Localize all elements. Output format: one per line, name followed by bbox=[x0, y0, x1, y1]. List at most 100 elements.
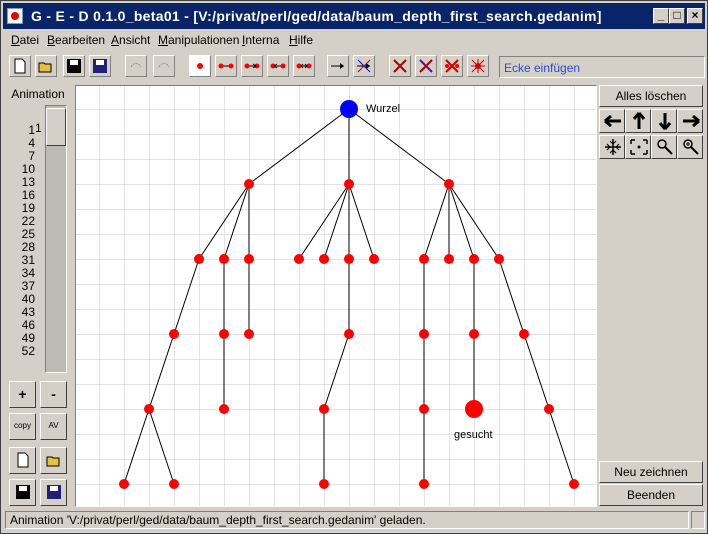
graph-node[interactable] bbox=[319, 254, 329, 264]
graph-node[interactable] bbox=[344, 179, 354, 189]
graph-node[interactable] bbox=[169, 479, 179, 489]
graph-node[interactable] bbox=[194, 254, 204, 264]
delete-edge-tool[interactable] bbox=[415, 55, 437, 77]
expand-icon[interactable] bbox=[625, 135, 651, 159]
insert-edge-tool[interactable] bbox=[215, 55, 237, 77]
reverse-edge-tool[interactable] bbox=[267, 55, 289, 77]
undo-button[interactable] bbox=[125, 55, 147, 77]
graph-node[interactable] bbox=[419, 479, 429, 489]
delete-edges-tool[interactable] bbox=[441, 55, 463, 77]
save-animation-button[interactable] bbox=[9, 479, 36, 506]
animation-panel: Animation 1 4 7 10 13 16 19 22 25 28 31 … bbox=[5, 85, 71, 507]
graph-node[interactable] bbox=[119, 479, 129, 489]
maximize-button[interactable]: □ bbox=[669, 8, 685, 24]
graph-node[interactable] bbox=[319, 479, 329, 489]
redraw-button[interactable]: Neu zeichnen bbox=[599, 461, 703, 483]
frame-number: 10 bbox=[21, 162, 35, 176]
directed-edge-tool[interactable] bbox=[241, 55, 263, 77]
graph-node[interactable] bbox=[469, 254, 479, 264]
frame-number: 7 bbox=[28, 149, 35, 163]
menu-ansicht[interactable]: Ansicht bbox=[111, 33, 150, 47]
save-as-button[interactable] bbox=[89, 55, 111, 77]
new-animation-button[interactable] bbox=[9, 447, 36, 474]
target-node[interactable] bbox=[465, 400, 483, 418]
graph-node[interactable] bbox=[569, 479, 579, 489]
frame-number: 49 bbox=[21, 331, 35, 345]
graph-node[interactable] bbox=[244, 179, 254, 189]
clear-all-button[interactable]: Alles löschen bbox=[599, 85, 703, 107]
graph-node[interactable] bbox=[219, 254, 229, 264]
tool-status-field: Ecke einfügen bbox=[499, 56, 705, 78]
graph-svg[interactable]: Wurzel gesucht bbox=[76, 86, 596, 506]
close-button[interactable]: × bbox=[687, 8, 703, 24]
graph-node[interactable] bbox=[519, 329, 529, 339]
graph-node[interactable] bbox=[219, 329, 229, 339]
minimize-button[interactable]: _ bbox=[653, 8, 669, 24]
graph-canvas[interactable]: Wurzel gesucht bbox=[75, 85, 597, 507]
animation-label: Animation bbox=[11, 87, 65, 101]
zoom-out-icon[interactable] bbox=[651, 135, 677, 159]
graph-node[interactable] bbox=[544, 404, 554, 414]
graph-node[interactable] bbox=[344, 254, 354, 264]
graph-node[interactable] bbox=[319, 404, 329, 414]
save-button[interactable] bbox=[63, 55, 85, 77]
delete-all-edges-tool[interactable] bbox=[467, 55, 489, 77]
delete-vertex-tool[interactable] bbox=[389, 55, 411, 77]
arrow-down-icon[interactable] bbox=[651, 109, 677, 133]
graph-node[interactable] bbox=[444, 254, 454, 264]
menu-datei[interactable]: Datei bbox=[11, 33, 39, 47]
graph-node[interactable] bbox=[294, 254, 304, 264]
grid bbox=[76, 86, 596, 506]
graph-node[interactable] bbox=[419, 254, 429, 264]
frame-number: 52 bbox=[21, 344, 35, 358]
frame-number: 22 bbox=[21, 214, 35, 228]
graph-node[interactable] bbox=[469, 329, 479, 339]
root-label: Wurzel bbox=[366, 103, 400, 115]
open-file-button[interactable] bbox=[35, 55, 57, 77]
add-frame-button[interactable]: + bbox=[9, 381, 36, 408]
shrink-icon[interactable] bbox=[599, 135, 625, 159]
remove-frame-button[interactable]: - bbox=[40, 381, 67, 408]
graph-node[interactable] bbox=[419, 404, 429, 414]
redo-button[interactable] bbox=[153, 55, 175, 77]
frame-number: 28 bbox=[21, 240, 35, 254]
open-animation-button[interactable] bbox=[40, 447, 67, 474]
graph-node[interactable] bbox=[444, 179, 454, 189]
graph-node[interactable] bbox=[369, 254, 379, 264]
graph-node[interactable] bbox=[244, 329, 254, 339]
arrow-tool[interactable] bbox=[327, 55, 349, 77]
save-animation-as-button[interactable] bbox=[40, 479, 67, 506]
menu-interna[interactable]: Interna bbox=[242, 33, 279, 47]
arrow-right-icon[interactable] bbox=[677, 109, 703, 133]
frame-number: 16 bbox=[21, 188, 35, 202]
frame-number: 46 bbox=[21, 318, 35, 332]
arrow-left-icon[interactable] bbox=[599, 109, 625, 133]
root-node[interactable] bbox=[340, 100, 358, 118]
graph-node[interactable] bbox=[144, 404, 154, 414]
insert-vertex-tool[interactable] bbox=[189, 55, 211, 77]
menu-hilfe[interactable]: Hilfe bbox=[289, 33, 313, 47]
graph-node[interactable] bbox=[169, 329, 179, 339]
frame-slider[interactable] bbox=[45, 105, 67, 373]
menu-bearbeiten[interactable]: Bearbeiten bbox=[47, 33, 105, 47]
arrow-up-icon[interactable] bbox=[625, 109, 651, 133]
copy-frame-button[interactable]: copy bbox=[9, 413, 36, 440]
frame-number: 25 bbox=[21, 227, 35, 241]
av-button[interactable]: AV bbox=[40, 413, 67, 440]
window-title: G - E - D 0.1.0_beta01 - [V:/privat/perl… bbox=[31, 8, 602, 24]
slider-value: 1 bbox=[35, 121, 42, 135]
graph-node[interactable] bbox=[419, 329, 429, 339]
menu-manipulationen[interactable]: Manipulationen bbox=[158, 33, 239, 47]
graph-node[interactable] bbox=[219, 404, 229, 414]
delete-arrow-tool[interactable] bbox=[353, 55, 375, 77]
quit-button[interactable]: Beenden bbox=[599, 484, 703, 506]
frame-slider-thumb[interactable] bbox=[46, 108, 66, 146]
zoom-in-icon[interactable] bbox=[677, 135, 703, 159]
target-label: gesucht bbox=[454, 429, 493, 441]
new-file-button[interactable] bbox=[9, 55, 31, 77]
bidirectional-edge-tool[interactable] bbox=[293, 55, 315, 77]
graph-node[interactable] bbox=[244, 254, 254, 264]
frame-number: 37 bbox=[21, 279, 35, 293]
graph-node[interactable] bbox=[344, 329, 354, 339]
graph-node[interactable] bbox=[494, 254, 504, 264]
